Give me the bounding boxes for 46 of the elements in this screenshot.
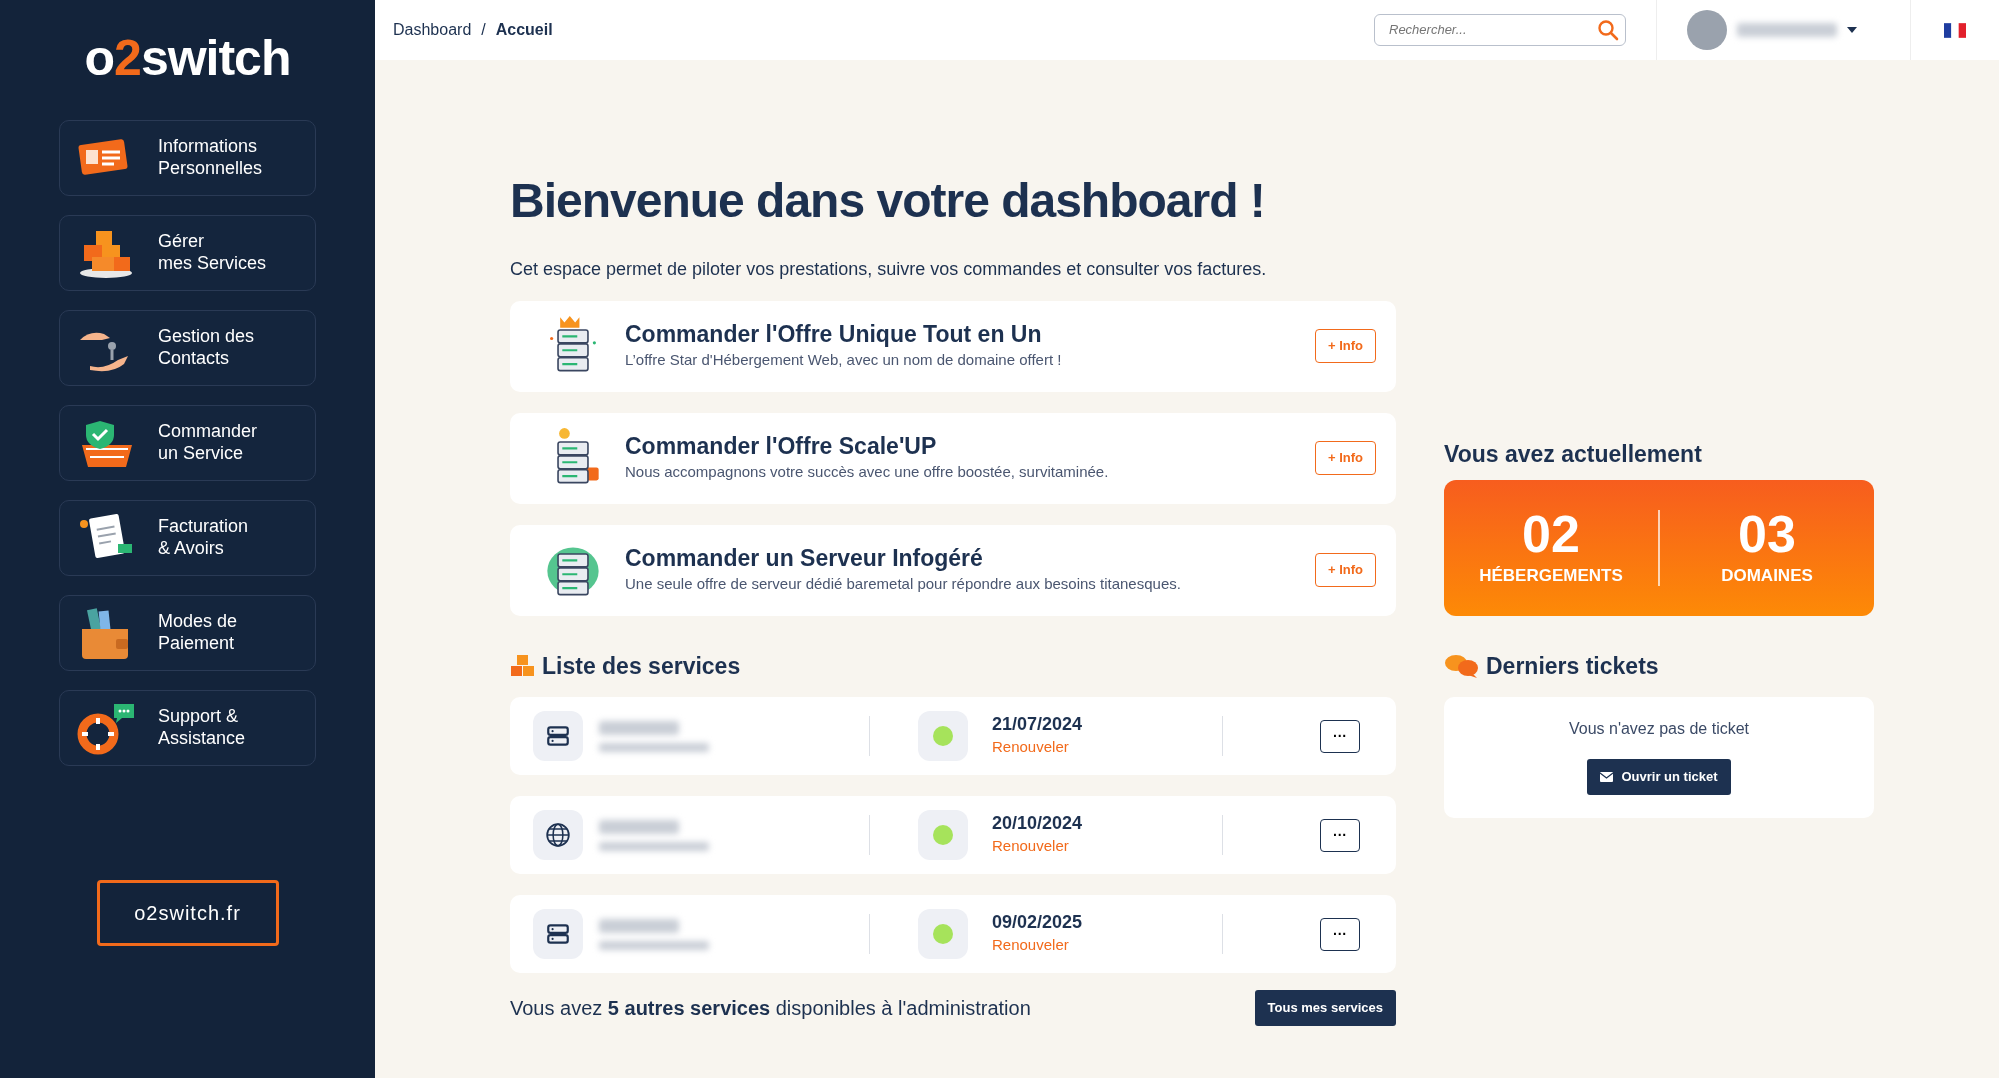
sidebar-item[interactable]: Modes de Paiement [59,595,316,671]
section-title: Vous avez actuellement [1444,440,1703,470]
sidebar-item[interactable]: Informations Personnelles [59,120,316,196]
globe-icon [545,822,571,849]
section-title: Liste des services [542,651,741,681]
service-date: 09/02/2025 [992,912,1084,934]
sidebar-item[interactable]: Facturation & Avoirs [59,500,316,576]
stat-count: 02 [1522,506,1580,564]
section-title: Derniers tickets [1486,651,1659,681]
offer-description: L’offre Star d'Hébergement Web, avec un nom de domaine offert ! [625,349,1062,370]
sidebar-item[interactable]: Gestion des Contacts [59,310,316,386]
sidebar-item[interactable]: Commander un Service [59,405,316,481]
offer-description: Une seule offre de serveur dédié baremetal pour répondre aux besoins titanesques. [625,573,1181,594]
flag-icon[interactable] [1944,22,1966,38]
search-field[interactable]: Rechercher... [1374,14,1626,46]
website-button[interactable]: o2switch.fr [96,880,279,946]
stat-label: HÉBERGEMENTS [1479,565,1623,588]
empty-message: Vous n'avez pas de ticket [1568,719,1750,740]
breadcrumb-separator: / [481,20,486,40]
avatar[interactable] [1687,10,1727,50]
offer-description: Nous accompagnons votre succès avec une offre boostée, survitaminée. [625,461,1109,482]
all-services-button[interactable]: Tous mes services [1254,990,1396,1026]
page-title: Bienvenue dans votre dashboard ! [510,173,1266,229]
more-button[interactable]: ··· [1320,719,1360,753]
logo[interactable]: o2switch [84,28,291,88]
offer-title: Commander l'Offre Scale'UP [625,433,938,461]
more-button[interactable]: ··· [1320,818,1360,852]
chat-bubbles-icon [1444,652,1480,679]
offer-title: Commander un Serveur Infogéré [625,545,984,573]
caret-icon[interactable] [1847,27,1857,33]
services-summary: Vous avez 5 autres services disponibles à l'administration [510,995,1031,1021]
boxes-icon [510,653,536,678]
service-date: 21/07/2024 [992,714,1084,736]
open-ticket-button[interactable]: Ouvrir un ticket [1587,759,1731,795]
service-date: 20/10/2024 [992,813,1084,835]
intro-text: Cet espace permet de piloter vos prestations, suivre vos commandes et consulter vos factures. [510,257,1268,281]
sidebar-item[interactable]: Gérer mes Services [59,215,316,291]
stat-label: DOMAINES [1721,565,1813,588]
stat-count: 03 [1738,506,1796,564]
search-icon[interactable] [1597,19,1619,41]
more-button[interactable]: ··· [1320,917,1360,951]
breadcrumb-link[interactable]: Dashboard [393,18,472,42]
sidebar-item[interactable]: Support & Assistance [59,690,316,766]
envelope-icon [1600,771,1614,782]
breadcrumb-link[interactable]: Accueil [495,18,553,42]
offer-title: Commander l'Offre Unique Tout en Un [625,321,1043,349]
